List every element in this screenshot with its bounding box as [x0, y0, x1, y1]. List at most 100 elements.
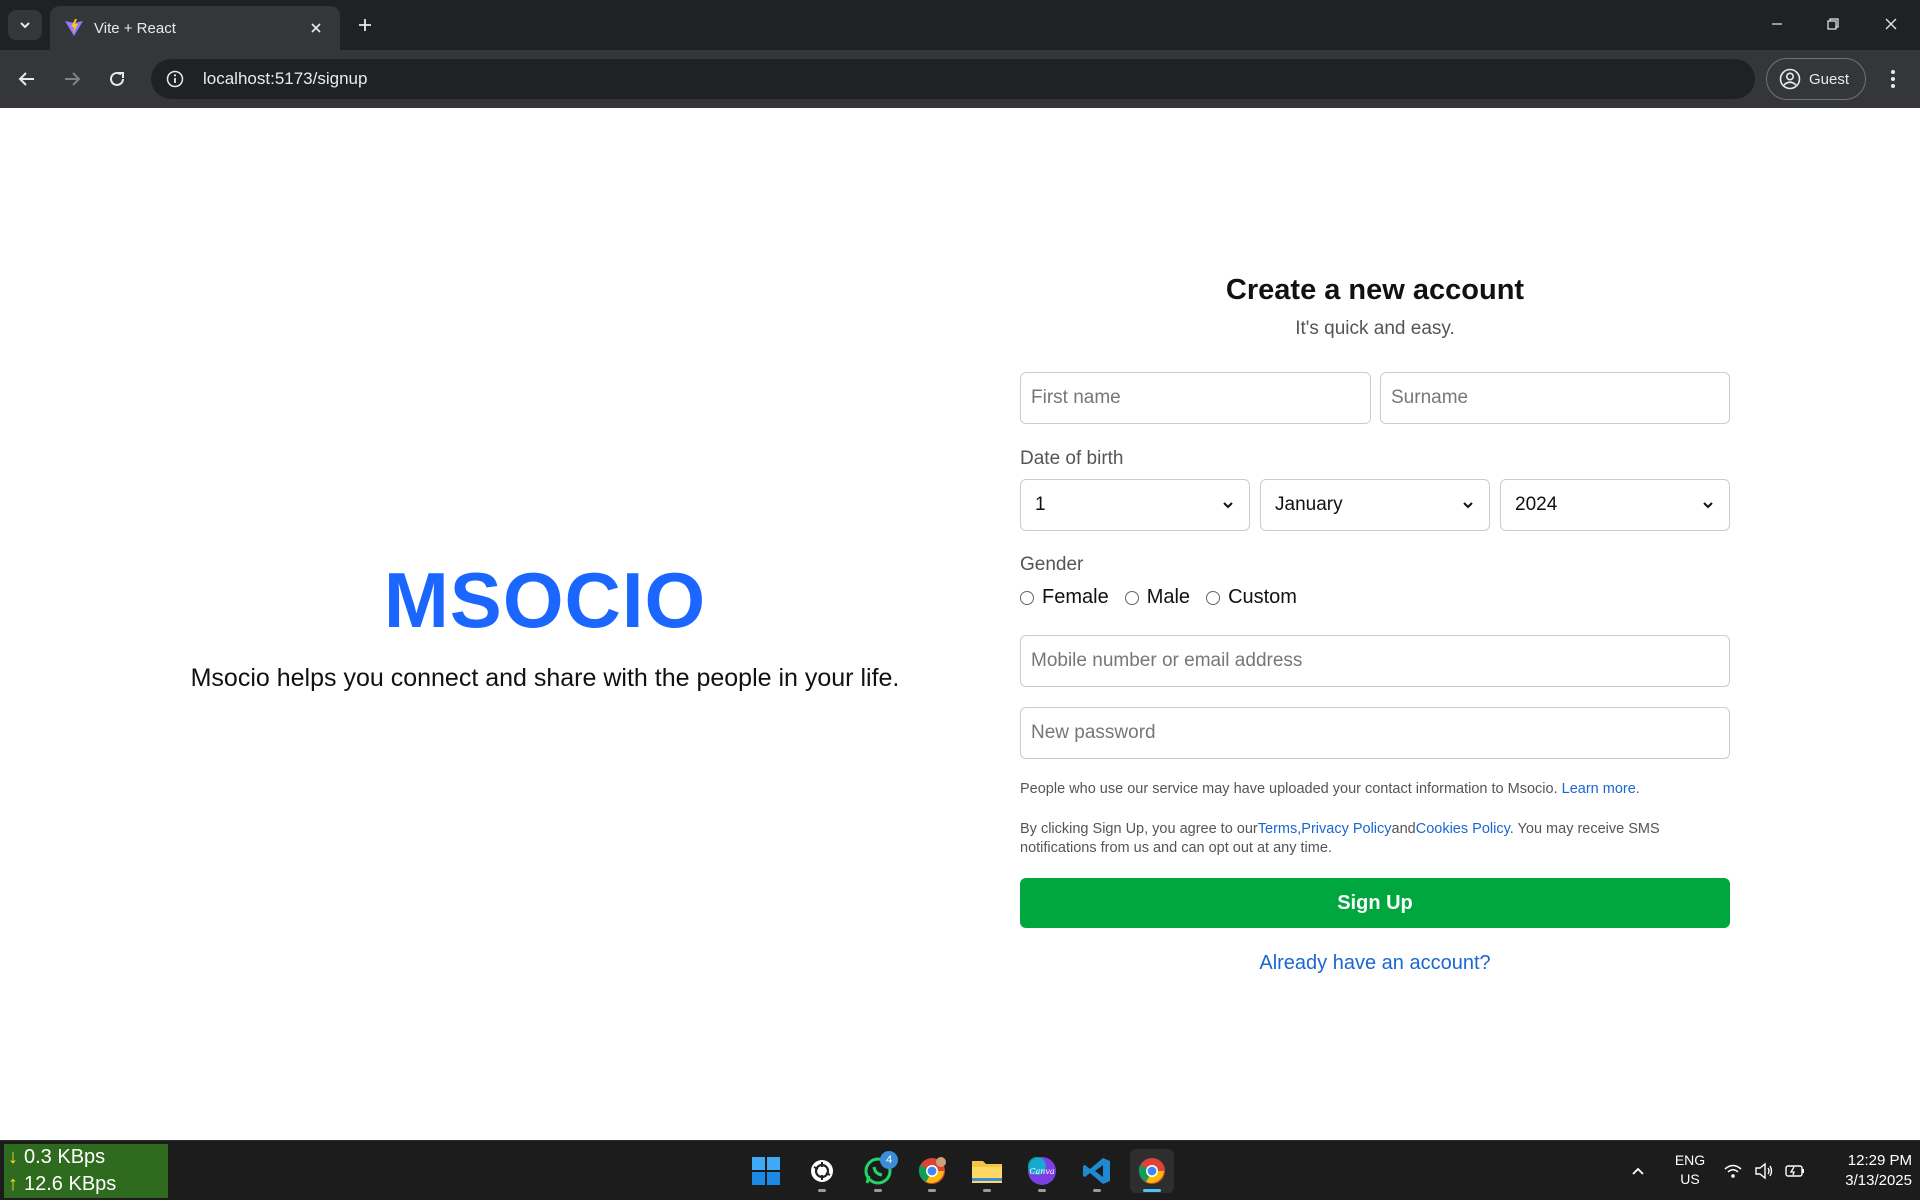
- system-clock[interactable]: 12:29 PM 3/13/2025: [1812, 1151, 1912, 1191]
- terms-prefix: By clicking Sign Up, you agree to our: [1020, 821, 1258, 837]
- dob-month-value: January: [1275, 494, 1343, 515]
- more-vertical-icon: [1891, 70, 1895, 88]
- download-arrow-icon: ↓: [8, 1146, 18, 1168]
- dob-day-value: 1: [1035, 494, 1046, 515]
- arrow-right-icon: [65, 72, 81, 86]
- running-indicator: [874, 1189, 882, 1192]
- minimize-button[interactable]: [1754, 8, 1800, 40]
- taskbar-app-chrome-profile[interactable]: [910, 1149, 954, 1193]
- new-tab-button[interactable]: [352, 12, 378, 38]
- minimize-icon: [1772, 23, 1782, 25]
- first-name-input[interactable]: [1020, 372, 1371, 424]
- chrome-icon: [1138, 1158, 1165, 1184]
- privacy-policy-link[interactable]: Privacy Policy: [1301, 821, 1391, 837]
- profile-button[interactable]: Guest: [1766, 58, 1866, 100]
- gender-option-label: Male: [1146, 586, 1191, 608]
- radio-button[interactable]: [1124, 590, 1139, 605]
- chatgpt-icon: [811, 1160, 833, 1182]
- restore-icon: [1827, 18, 1839, 30]
- and-text: and: [1391, 821, 1416, 837]
- running-indicator: [928, 1189, 936, 1192]
- browser-menu-button[interactable]: [1880, 64, 1906, 94]
- running-indicator: [1093, 1189, 1101, 1192]
- taskbar-app-vscode[interactable]: [1075, 1149, 1119, 1193]
- gender-label: Gender: [1020, 554, 1084, 575]
- volume-icon[interactable]: [1754, 1141, 1774, 1201]
- terms-link[interactable]: Terms: [1258, 821, 1297, 837]
- running-indicator: [1038, 1189, 1046, 1192]
- chevron-down-icon: [1703, 502, 1713, 509]
- wifi-icon[interactable]: [1724, 1141, 1742, 1201]
- gender-option-female[interactable]: Female: [1020, 586, 1109, 609]
- taskbar: ↓ 0.3 KBps ↑ 12.6 KBps 4 Canva ENG US 12…: [0, 1140, 1920, 1200]
- language-code: ENG: [1674, 1152, 1706, 1168]
- battery-icon[interactable]: [1784, 1141, 1806, 1201]
- dob-day-select[interactable]: 1: [1020, 479, 1250, 531]
- url-text: localhost:5173/signup: [203, 69, 368, 88]
- running-indicator: [818, 1189, 826, 1192]
- chevron-up-icon: [1632, 1167, 1644, 1175]
- surname-input[interactable]: [1380, 372, 1730, 424]
- dob-month-select[interactable]: January: [1260, 479, 1490, 531]
- login-link[interactable]: Already have an account?: [1020, 952, 1730, 975]
- vscode-icon: [1083, 1158, 1110, 1184]
- address-bar[interactable]: localhost:5173/signup: [151, 59, 1755, 99]
- start-button[interactable]: [744, 1149, 788, 1193]
- close-window-button[interactable]: [1868, 8, 1914, 40]
- close-tab-icon[interactable]: [306, 18, 326, 38]
- svg-text:Canva: Canva: [1029, 1167, 1055, 1176]
- reload-icon: [110, 71, 124, 86]
- plus-icon: [359, 19, 371, 31]
- form-subtitle: It's quick and easy.: [1295, 318, 1455, 339]
- back-button[interactable]: [12, 64, 42, 94]
- signup-button[interactable]: Sign Up: [1020, 878, 1730, 928]
- clock-time: 12:29 PM: [1847, 1152, 1912, 1169]
- network-speed-widget: ↓ 0.3 KBps ↑ 12.6 KBps: [4, 1144, 168, 1198]
- password-input[interactable]: [1020, 707, 1730, 759]
- upload-arrow-icon: ↑: [8, 1173, 18, 1195]
- contact-info-note: People who use our service may have uplo…: [1020, 780, 1730, 799]
- taskbar-app-chatgpt[interactable]: [800, 1149, 844, 1193]
- cookies-policy-link[interactable]: Cookies Policy: [1416, 821, 1510, 837]
- brand-section: MSOCIO Msocio helps you connect and shar…: [130, 556, 960, 693]
- region-code: US: [1680, 1171, 1700, 1187]
- site-info-icon[interactable]: [165, 69, 185, 89]
- taskbar-app-canva[interactable]: Canva: [1020, 1149, 1064, 1193]
- close-icon: [1885, 18, 1897, 30]
- restore-button[interactable]: [1810, 8, 1856, 40]
- forward-button[interactable]: [57, 64, 87, 94]
- canva-icon: Canva: [1028, 1157, 1056, 1185]
- browser-tab[interactable]: Vite + React: [50, 6, 340, 50]
- gender-option-male[interactable]: Male: [1124, 586, 1191, 609]
- radio-button[interactable]: [1020, 590, 1034, 605]
- gender-radio-group: Female Male Custom: [1020, 586, 1313, 609]
- profile-label: Guest: [1809, 70, 1850, 88]
- chevron-down-icon: [20, 22, 30, 29]
- gender-option-custom[interactable]: Custom: [1206, 586, 1297, 609]
- gender-option-label: Custom: [1228, 586, 1297, 608]
- taskbar-app-file-explorer[interactable]: [965, 1149, 1009, 1193]
- tab-title: Vite + React: [94, 19, 176, 37]
- reload-button[interactable]: [102, 64, 132, 94]
- taskbar-app-whatsapp[interactable]: 4: [856, 1149, 900, 1193]
- form-title: Create a new account: [1225, 274, 1525, 306]
- dob-year-value: 2024: [1515, 494, 1558, 515]
- profile-icon: [1779, 68, 1801, 90]
- learn-more-suffix: .: [1635, 781, 1640, 797]
- show-hidden-icons-button[interactable]: [1630, 1141, 1646, 1201]
- dob-year-select[interactable]: 2024: [1500, 479, 1730, 531]
- contact-note-text: People who use our service may have uplo…: [1020, 781, 1558, 797]
- brand-tagline: Msocio helps you connect and share with …: [190, 664, 900, 692]
- tab-search-button[interactable]: [8, 10, 42, 40]
- windows-start-icon: [752, 1157, 780, 1185]
- contact-input[interactable]: [1020, 635, 1730, 687]
- brand-title: MSOCIO: [383, 556, 707, 644]
- radio-button[interactable]: [1206, 590, 1221, 605]
- language-indicator[interactable]: ENG US: [1670, 1151, 1710, 1189]
- running-indicator: [1143, 1189, 1161, 1192]
- upload-speed: 12.6 KBps: [24, 1173, 117, 1195]
- chrome-icon: [918, 1157, 946, 1184]
- folder-icon: [972, 1161, 1002, 1183]
- taskbar-app-chrome[interactable]: [1130, 1149, 1174, 1193]
- learn-more-link[interactable]: Learn more: [1562, 781, 1636, 797]
